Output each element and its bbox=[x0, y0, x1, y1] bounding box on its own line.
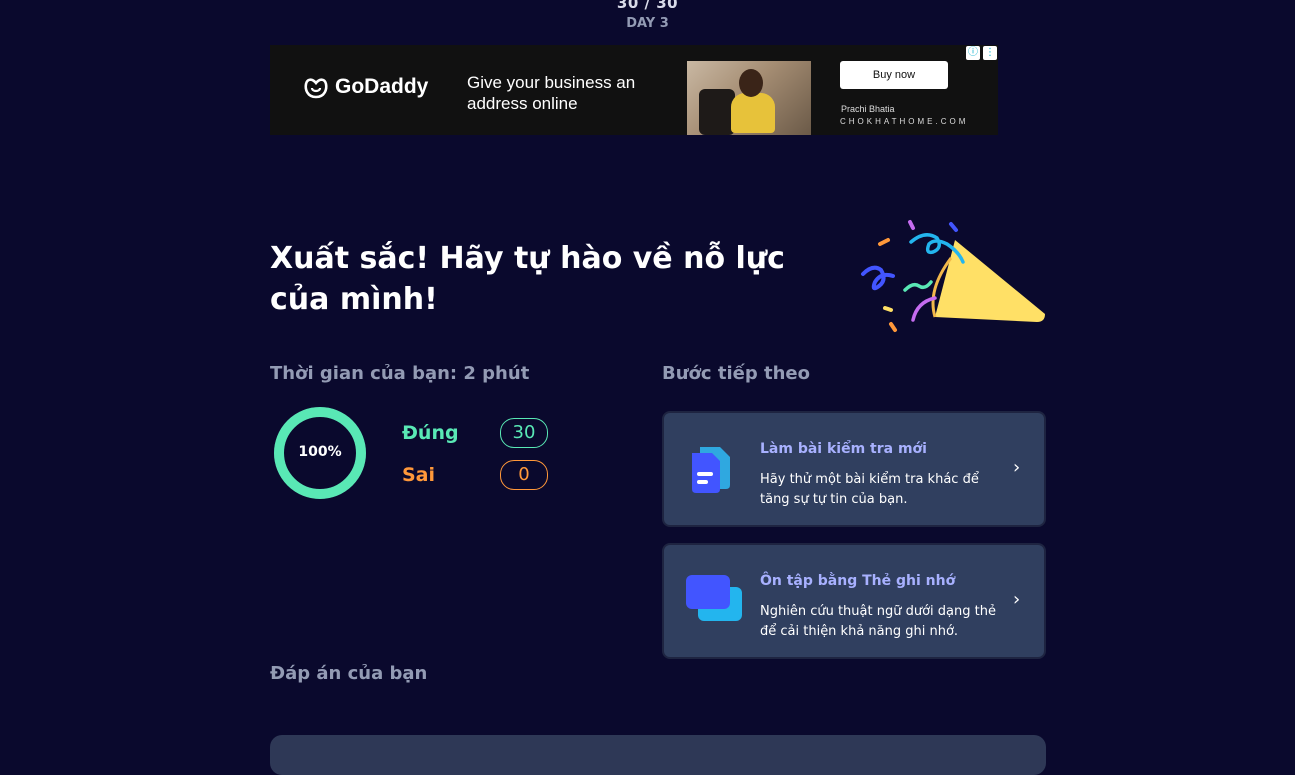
ad-banner[interactable]: GoDaddy Give your business an address on… bbox=[270, 45, 998, 135]
wrong-label: Sai bbox=[402, 464, 436, 486]
time-label: Thời gian của bạn: 2 phút bbox=[270, 363, 530, 384]
flashcards-icon bbox=[686, 575, 742, 621]
wrong-count-badge: 0 bbox=[500, 460, 548, 490]
ad-logo: GoDaddy bbox=[303, 75, 428, 99]
godaddy-logo-icon bbox=[304, 78, 328, 99]
new-test-title: Làm bài kiểm tra mới bbox=[760, 441, 927, 457]
progress-counter: 30 / 30 bbox=[616, 0, 679, 12]
chevron-right-icon: › bbox=[1013, 589, 1021, 610]
new-test-card[interactable]: Làm bài kiểm tra mới Hãy thử một bài kiể… bbox=[662, 411, 1046, 527]
correct-label: Đúng bbox=[402, 422, 459, 444]
test-document-icon bbox=[692, 447, 730, 493]
ad-site: CHOKHATHOME.COM bbox=[840, 117, 969, 126]
info-icon[interactable]: ⓘ bbox=[966, 46, 980, 60]
answers-title: Đáp án của bạn bbox=[270, 663, 428, 684]
ad-person-name: Prachi Bhatia bbox=[841, 104, 895, 114]
ad-buy-button[interactable]: Buy now bbox=[840, 61, 948, 89]
answers-panel bbox=[270, 735, 1046, 775]
party-popper-icon bbox=[861, 220, 1045, 332]
result-headline: Xuất sắc! Hãy tự hào về nỗ lực của mình! bbox=[270, 241, 785, 317]
correct-count-badge: 30 bbox=[500, 418, 548, 448]
ad-brand: GoDaddy bbox=[335, 75, 429, 98]
flashcards-card[interactable]: Ôn tập bằng Thẻ ghi nhớ Nghiên cứu thuật… bbox=[662, 543, 1046, 659]
more-vertical-icon[interactable]: ⋮ bbox=[983, 46, 997, 60]
chevron-right-icon: › bbox=[1013, 457, 1021, 478]
flashcards-desc: Nghiên cứu thuật ngữ dưới dạng thẻ để cả… bbox=[760, 604, 996, 639]
day-label: DAY 3 bbox=[626, 16, 669, 31]
new-test-desc: Hãy thử một bài kiểm tra khác để tăng sự… bbox=[760, 472, 979, 507]
ad-photo bbox=[687, 61, 811, 135]
flashcards-title: Ôn tập bằng Thẻ ghi nhớ bbox=[760, 573, 956, 589]
next-steps-title: Bước tiếp theo bbox=[662, 363, 810, 384]
ad-tagline: Give your business an address online bbox=[467, 73, 636, 113]
score-percent: 100% bbox=[298, 444, 342, 460]
